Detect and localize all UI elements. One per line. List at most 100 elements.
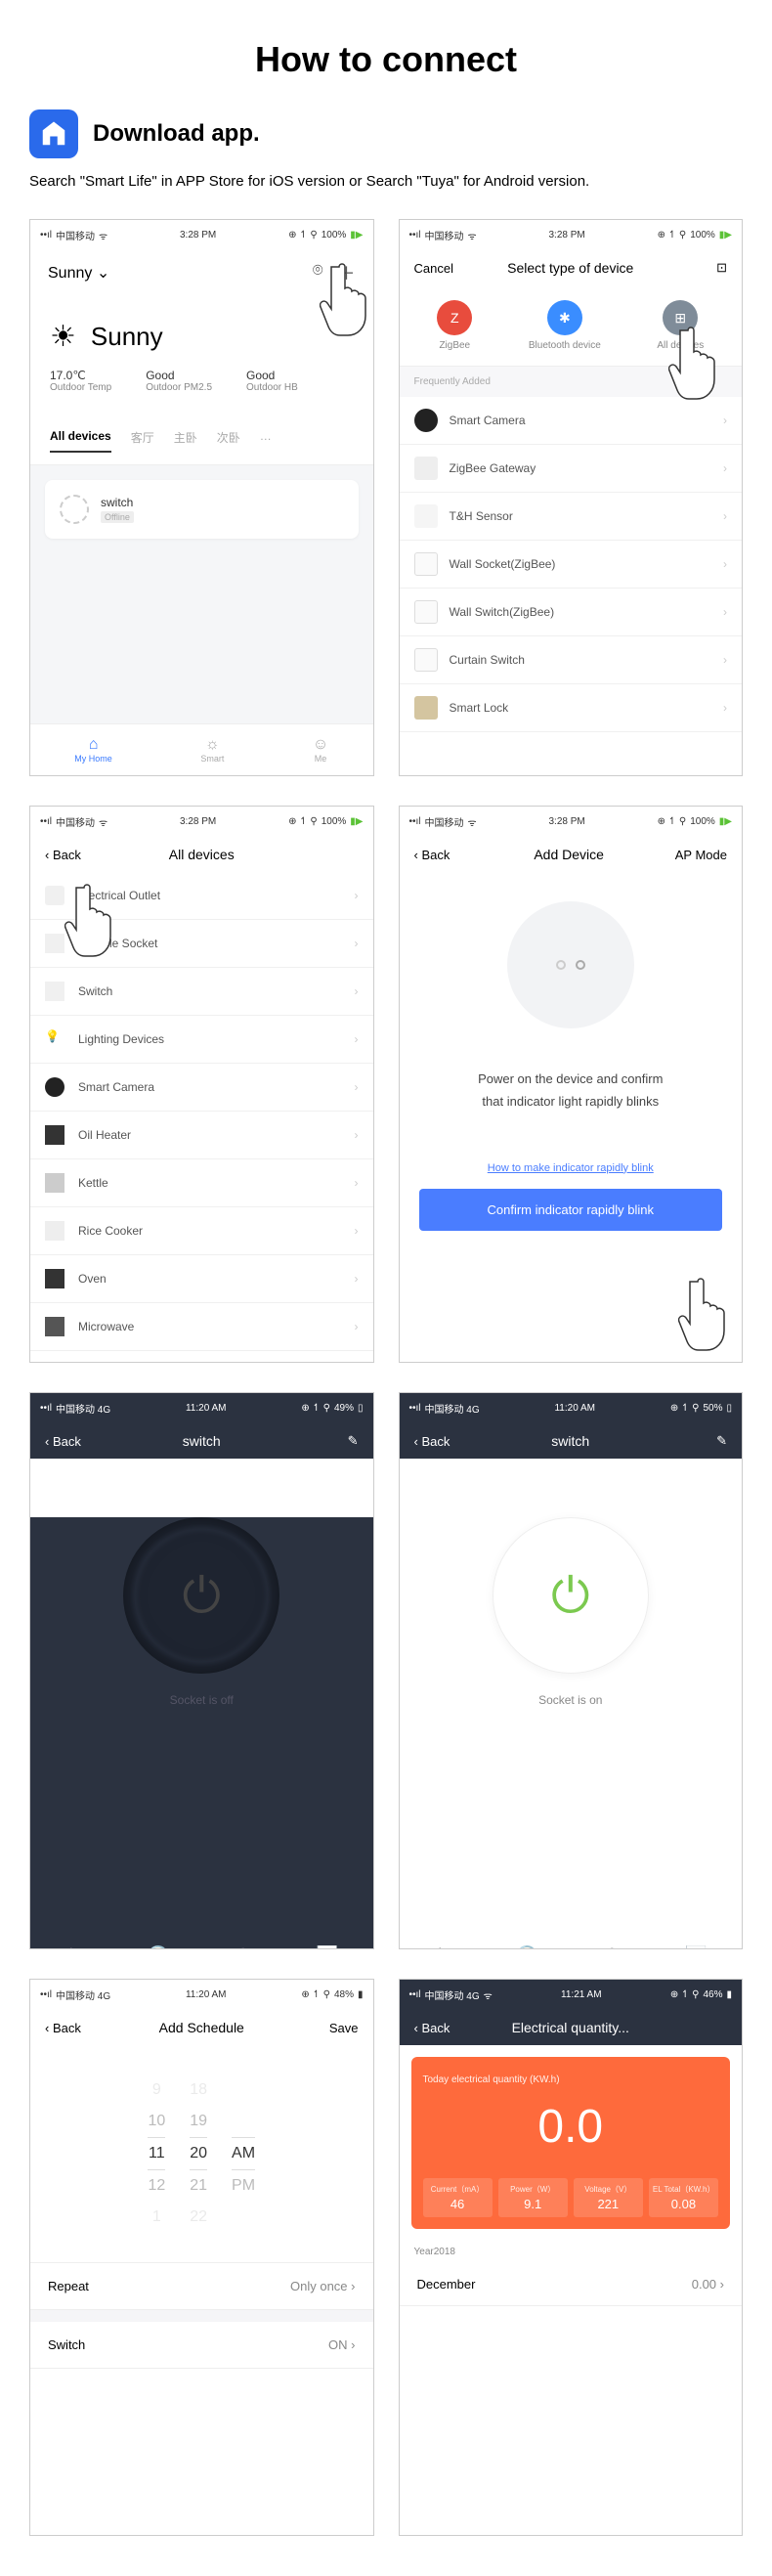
back-button[interactable]: ‹ Back bbox=[414, 1434, 463, 1449]
power-button[interactable]: ⏻ bbox=[123, 1517, 279, 1674]
temp-label: Outdoor Temp bbox=[50, 382, 111, 393]
bulb-icon: 💡 bbox=[45, 1029, 64, 1049]
socket-icon bbox=[45, 934, 64, 953]
nav-title: Add Schedule bbox=[94, 2020, 310, 2035]
screen-switch-on: ••ıl 中国移动 4G11:20 AM⊕ ↿ ⚲ 50% ▯ ‹ Backsw… bbox=[399, 1392, 744, 1949]
nav-title: switch bbox=[463, 1433, 679, 1449]
ap-mode[interactable]: AP Mode bbox=[675, 848, 727, 862]
today-label: Today electrical quantity (KW.h) bbox=[423, 2074, 719, 2085]
foot-schedule[interactable]: 🕐Schedule bbox=[508, 1945, 545, 1949]
oven-icon bbox=[45, 1269, 64, 1288]
outlet-icon bbox=[45, 886, 64, 905]
foot-stats[interactable]: 📊Statistics bbox=[310, 1945, 345, 1949]
big-value: 0.0 bbox=[423, 2100, 719, 2154]
download-heading: Download app. bbox=[93, 120, 260, 148]
edit-icon[interactable]: ✎ bbox=[678, 1433, 727, 1449]
met-current: Current（mA）46 bbox=[423, 2178, 493, 2217]
row-rice-cooker[interactable]: Rice Cooker› bbox=[30, 1207, 373, 1255]
hum-label: Outdoor HB bbox=[246, 382, 298, 393]
back-button[interactable]: ‹ Back bbox=[45, 848, 94, 862]
met-voltage: Voltage（V）221 bbox=[574, 2178, 643, 2217]
met-power: Power（W）9.1 bbox=[498, 2178, 568, 2217]
ricecooker-icon bbox=[45, 1221, 64, 1241]
instruction-text: Search "Smart Life" in APP Store for iOS… bbox=[29, 173, 743, 190]
page-title: How to connect bbox=[29, 39, 743, 80]
switch-icon bbox=[45, 982, 64, 1001]
repeat-row[interactable]: RepeatOnly once › bbox=[30, 2263, 373, 2310]
back-button[interactable]: ‹ Back bbox=[45, 2021, 94, 2035]
nav-title: switch bbox=[94, 1433, 310, 1449]
socket-state: Socket is on bbox=[400, 1693, 743, 1707]
row-kettle[interactable]: Kettle› bbox=[30, 1159, 373, 1207]
freq-header: Frequently Added bbox=[400, 367, 743, 397]
time: 3:28 PM bbox=[180, 230, 216, 240]
hum-value: Good bbox=[246, 369, 298, 382]
row-smart-lock[interactable]: Smart Lock› bbox=[400, 684, 743, 732]
heater-icon bbox=[45, 1125, 64, 1145]
confirm-button[interactable]: Confirm indicator rapidly blink bbox=[419, 1189, 723, 1231]
row-outlet[interactable]: Electrical Outlet› bbox=[30, 872, 373, 920]
foot-schedule[interactable]: 🕐Schedule bbox=[140, 1945, 177, 1949]
row-oven[interactable]: Oven› bbox=[30, 1255, 373, 1303]
month-row[interactable]: December0.00 › bbox=[400, 2263, 743, 2306]
foot-timer[interactable]: ⏱Timer bbox=[232, 1945, 254, 1949]
help-link[interactable]: How to make indicator rapidly blink bbox=[400, 1162, 743, 1174]
foot-stats[interactable]: 📊Statistics bbox=[679, 1945, 714, 1949]
power-button[interactable]: ⏻ bbox=[493, 1517, 649, 1674]
row-curtain-switch[interactable]: Curtain Switch› bbox=[400, 636, 743, 684]
pm-value: Good bbox=[146, 369, 212, 382]
back-button[interactable]: ‹ Back bbox=[414, 848, 463, 862]
mic-icon[interactable]: ⌾ bbox=[313, 260, 323, 285]
user-dropdown[interactable]: Sunny ⌄ bbox=[48, 263, 109, 283]
weather-name: Sunny bbox=[91, 322, 163, 352]
back-button[interactable]: ‹ Back bbox=[45, 1434, 94, 1449]
row-camera[interactable]: Smart Camera› bbox=[30, 1064, 373, 1112]
switch-row[interactable]: SwitchON › bbox=[30, 2322, 373, 2369]
back-button[interactable]: ‹ Back bbox=[414, 2021, 463, 2035]
time-picker[interactable]: 91011121 1819202122 AMPM bbox=[30, 2045, 373, 2263]
pointing-hand-icon bbox=[678, 1274, 737, 1352]
cat-zigbee[interactable]: ZZigBee bbox=[437, 300, 472, 351]
device-card[interactable]: switchOffline bbox=[45, 480, 359, 539]
foot-switch[interactable]: ⏻Switch bbox=[427, 1945, 453, 1949]
met-total: EL Total（KW.h）0.08 bbox=[649, 2178, 718, 2217]
screen-select-type: ••ıl 中国移动 ᯤ3:28 PM⊕ ↿ ⚲ 100% ▮▶ CancelSe… bbox=[399, 219, 744, 776]
row-lighting[interactable]: 💡Lighting Devices› bbox=[30, 1016, 373, 1064]
battery: ⊕ ↿ ⚲ 100% ▮▶ bbox=[288, 230, 363, 240]
row-microwave[interactable]: Microwave› bbox=[30, 1303, 373, 1351]
cat-bluetooth[interactable]: ✱Bluetooth device bbox=[529, 300, 601, 351]
app-icon bbox=[29, 109, 78, 158]
foot-switch[interactable]: ⏻Switch bbox=[58, 1945, 84, 1949]
row-multi-socket[interactable]: Multiple Socket› bbox=[30, 920, 373, 968]
cat-all[interactable]: ⊞All devices bbox=[657, 300, 704, 351]
row-switch[interactable]: Switch› bbox=[30, 968, 373, 1016]
tab-living[interactable]: 客厅 bbox=[131, 429, 154, 453]
row-wall-switch[interactable]: Wall Switch(ZigBee)› bbox=[400, 589, 743, 636]
nav-me[interactable]: ☺Me bbox=[313, 736, 328, 764]
tab-more[interactable]: … bbox=[260, 429, 272, 453]
nav-home[interactable]: ⌂My Home bbox=[74, 736, 112, 764]
screen-all-devices: ••ıl 中国移动 ᯤ3:28 PM⊕ ↿ ⚲ 100% ▮▶ ‹ BackAl… bbox=[29, 806, 374, 1363]
sun-icon: ☀ bbox=[50, 320, 76, 354]
row-wall-socket[interactable]: Wall Socket(ZigBee)› bbox=[400, 541, 743, 589]
row-zigbee-gateway[interactable]: ZigBee Gateway› bbox=[400, 445, 743, 493]
foot-timer[interactable]: ⏱Timer bbox=[601, 1945, 623, 1949]
row-smart-camera[interactable]: Smart Camera› bbox=[400, 397, 743, 445]
screen-home: ••ıl 中国移动 ᯤ3:28 PM⊕ ↿ ⚲ 100% ▮▶ Sunny ⌄ … bbox=[29, 219, 374, 776]
tab-second[interactable]: 次卧 bbox=[217, 429, 240, 453]
edit-icon[interactable]: ✎ bbox=[310, 1433, 359, 1449]
row-oil-heater[interactable]: Oil Heater› bbox=[30, 1112, 373, 1159]
instruction-line2: that indicator light rapidly blinks bbox=[400, 1090, 743, 1113]
row-th-sensor[interactable]: T&H Sensor› bbox=[400, 493, 743, 541]
screen-switch-off: ••ıl 中国移动 4G11:20 AM⊕ ↿ ⚲ 49% ▯ ‹ Backsw… bbox=[29, 1392, 374, 1949]
tab-all-devices[interactable]: All devices bbox=[50, 429, 111, 453]
qr-icon[interactable]: ⊡ bbox=[678, 260, 727, 276]
screen-add-device: ••ıl 中国移动 ᯤ3:28 PM⊕ ↿ ⚲ 100% ▮▶ ‹ BackAd… bbox=[399, 806, 744, 1363]
device-name: switch bbox=[101, 496, 134, 509]
plus-icon[interactable]: ＋ bbox=[338, 260, 356, 285]
save-button[interactable]: Save bbox=[310, 2021, 359, 2035]
nav-smart[interactable]: ☼Smart bbox=[200, 736, 224, 764]
cancel-button[interactable]: Cancel bbox=[414, 261, 463, 276]
tab-master[interactable]: 主卧 bbox=[174, 429, 197, 453]
temp-value: 17.0℃ bbox=[50, 369, 111, 382]
